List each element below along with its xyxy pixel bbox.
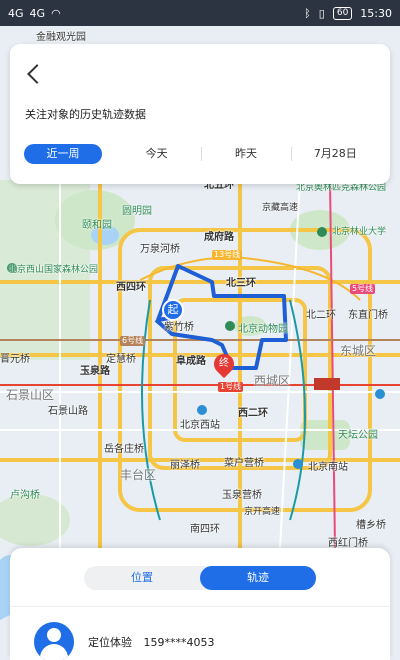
map-label: 西二环 [238, 408, 268, 419]
map-label: 北京动物园 [238, 324, 288, 335]
user-avatar-icon[interactable] [34, 622, 74, 660]
map-label: 京藏高速 [262, 203, 299, 213]
tab-date[interactable]: 7月28日 [290, 144, 380, 164]
signal-icon: 4G [29, 6, 46, 20]
location-toggle-button[interactable]: 位置 [84, 566, 200, 590]
metro-line-label: 5号线 [350, 284, 376, 294]
view-toggle: 位置 轨迹 [84, 566, 316, 590]
map-label: 天坛公园 [338, 430, 378, 441]
map-label: 阜成路 [176, 356, 206, 367]
map-label: 北京西山国家森林公园 [8, 265, 99, 275]
tab-yesterday[interactable]: 昨天 [201, 144, 290, 164]
end-marker[interactable]: 终 [209, 349, 239, 379]
map-label: 卢沟桥 [10, 490, 40, 501]
map-label: 金融观光园 [36, 32, 86, 43]
map-label: 北京林业大学 [332, 227, 387, 237]
metro-line-label: 13号线 [212, 250, 243, 260]
map-label: 晋元桥 [0, 354, 30, 365]
tab-last-week[interactable]: 近一周 [24, 144, 102, 164]
map-label: 玉泉路 [80, 366, 110, 377]
tab-today[interactable]: 今天 [112, 144, 201, 164]
map-label: 石景山区 [6, 388, 55, 402]
bluetooth-icon: ᛒ [304, 6, 311, 20]
map-label: 定慧桥 [106, 354, 136, 365]
info-card: 位置 轨迹 定位体验 159****4053 [10, 548, 390, 660]
clock: 15:30 [360, 6, 392, 20]
map-label: 丰台区 [120, 468, 157, 482]
user-name: 定位体验 [88, 636, 132, 649]
map-label: 西城区 [254, 374, 291, 388]
map-label: 岳各庄桥 [104, 444, 144, 455]
map-label: 石景山路 [48, 406, 88, 417]
vibrate-icon: ▯ [318, 6, 325, 20]
start-marker[interactable]: 起 [162, 299, 184, 321]
map-label: 北京西站 [180, 420, 220, 431]
wifi-icon: ◠ [51, 6, 61, 20]
map-label: 北三环 [226, 278, 256, 289]
start-marker-label: 起 [167, 303, 179, 316]
signal-icon: 4G [8, 6, 24, 20]
end-marker-label: 终 [219, 358, 229, 369]
map-label: 圆明园 [122, 206, 152, 217]
page-subtitle: 关注对象的历史轨迹数据 [25, 108, 146, 121]
date-range-tabs: 近一周 今天 昨天 7月28日 [24, 144, 380, 164]
map-label: 东直门桥 [348, 310, 388, 321]
map-label: 菜户营桥 [224, 458, 264, 469]
metro-line-label: 1号线 [218, 382, 244, 392]
map-label: 北京南站 [308, 462, 348, 473]
map-label: 北二环 [306, 310, 336, 321]
map-label: 西红门桥 [328, 538, 368, 549]
divider [10, 606, 390, 607]
map-label: 玉泉营桥 [222, 490, 262, 501]
map-label: 万泉河桥 [140, 244, 180, 255]
status-bar: 4G 4G ◠ ᛒ ▯ 60 15:30 [0, 0, 400, 26]
map-label: 南四环 [190, 524, 220, 535]
chevron-left-icon[interactable] [26, 66, 44, 84]
map-label: 东城区 [340, 344, 377, 358]
map-label: 颐和园 [82, 220, 112, 231]
user-info: 定位体验 159****4053 [88, 634, 215, 650]
user-phone: 159****4053 [143, 636, 215, 649]
map-label: 丽泽桥 [170, 460, 200, 471]
map-label: 成府路 [204, 232, 234, 243]
track-toggle-button[interactable]: 轨迹 [200, 566, 316, 590]
metro-line-label: 6号线 [120, 336, 146, 346]
map-label: 西四环 [116, 282, 146, 293]
map-label: 槽乡桥 [356, 520, 386, 531]
history-header-card: 关注对象的历史轨迹数据 近一周 今天 昨天 7月28日 [10, 44, 390, 184]
battery-icon: 60 [332, 6, 353, 20]
map-label: 京开高速 [244, 507, 281, 517]
